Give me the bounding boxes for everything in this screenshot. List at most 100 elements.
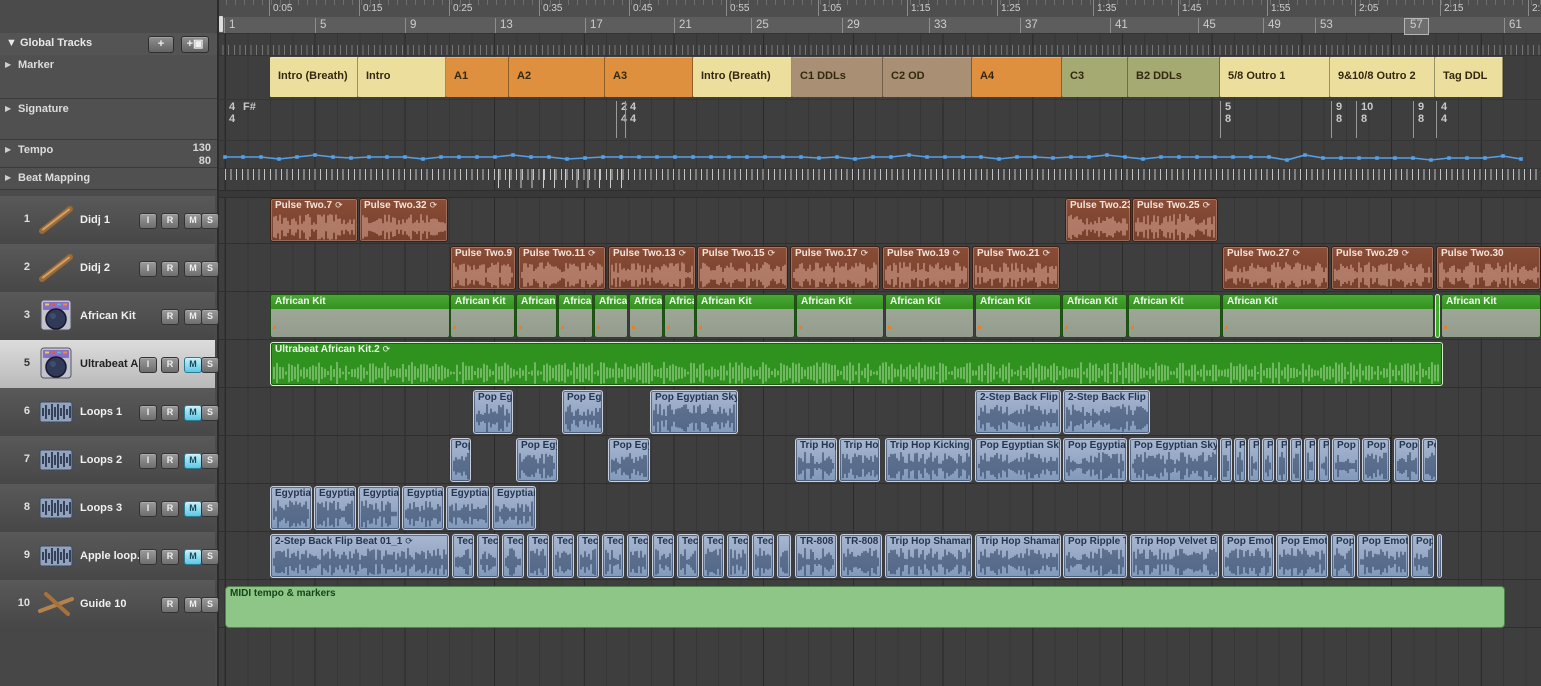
marker-region[interactable]: 9&10/8 Outro 2 <box>1330 57 1435 97</box>
region[interactable]: Egyptian <box>358 486 400 530</box>
record-button[interactable]: R <box>161 597 179 613</box>
region[interactable]: African Kit <box>558 294 593 338</box>
region[interactable]: Pop <box>1411 534 1434 578</box>
region[interactable]: 2-Step Back Flip I <box>975 390 1061 434</box>
region[interactable]: Tec <box>752 534 774 578</box>
track-header-loops-1[interactable]: 6 Loops 1IRMS <box>0 388 215 437</box>
region[interactable]: Egyptian <box>314 486 356 530</box>
input-monitor-button[interactable]: I <box>139 501 157 517</box>
record-button[interactable]: R <box>161 357 179 373</box>
mute-button[interactable]: M <box>184 453 202 469</box>
marker-region[interactable]: Intro <box>358 57 446 97</box>
region[interactable]: Pulse Two.32⟳ <box>359 198 448 242</box>
region[interactable] <box>777 534 791 578</box>
record-button[interactable]: R <box>161 453 179 469</box>
disclosure-closed-icon[interactable]: ▶ <box>5 104 11 113</box>
region[interactable]: Pop Emoti <box>1222 534 1274 578</box>
track-header-ultrabeat-a-[interactable]: 5 Ultrabeat A...IRMS <box>0 340 215 389</box>
region[interactable]: Egyptian <box>492 486 536 530</box>
region[interactable]: Pulse Two.21⟳ <box>972 246 1060 290</box>
region[interactable]: Pop <box>1331 534 1355 578</box>
region[interactable]: Pulse Two.19⟳ <box>882 246 970 290</box>
track-header-didj-1[interactable]: 1 Didj 1IRMS <box>0 196 215 245</box>
marker-region[interactable]: Intro (Breath) <box>270 57 358 97</box>
marker-region[interactable]: Intro (Breath) <box>693 57 792 97</box>
disclosure-open-icon[interactable]: ▼ <box>6 37 17 49</box>
region[interactable]: African Kit <box>885 294 974 338</box>
input-monitor-button[interactable]: I <box>139 213 157 229</box>
region[interactable]: P <box>1234 438 1246 482</box>
region[interactable]: Tec <box>577 534 599 578</box>
region[interactable]: African Kit <box>594 294 628 338</box>
global-row-beat-mapping[interactable]: ▶ Beat Mapping <box>0 168 217 190</box>
region[interactable]: Pop Egyptian <box>1063 438 1127 482</box>
marker-region[interactable]: A1 <box>446 57 509 97</box>
region[interactable]: Pop Egy <box>516 438 558 482</box>
add-global-track-button[interactable]: + <box>148 36 174 53</box>
track-name[interactable]: Didj 2 <box>80 262 110 274</box>
mute-button[interactable]: M <box>184 597 202 613</box>
region[interactable]: Tec <box>477 534 499 578</box>
mute-button[interactable]: M <box>184 309 202 325</box>
region[interactable]: African Kit <box>975 294 1061 338</box>
region[interactable]: Pulse Two.7⟳ <box>270 198 358 242</box>
track-name[interactable]: Loops 3 <box>80 502 122 514</box>
input-monitor-button[interactable]: I <box>139 453 157 469</box>
record-button[interactable]: R <box>161 261 179 277</box>
add-global-track-set-button[interactable]: +▣ <box>181 36 209 53</box>
track-header-african-kit[interactable]: 3 African KitRMS <box>0 292 215 341</box>
time-ruler[interactable]: 0:050:150:250:350:450:551:051:151:251:35… <box>217 0 1541 18</box>
region[interactable]: TR-808 <box>840 534 882 578</box>
region[interactable]: African Kit <box>1062 294 1127 338</box>
region[interactable]: Tec <box>727 534 749 578</box>
region[interactable]: Tec <box>677 534 699 578</box>
region[interactable]: African Kit <box>796 294 884 338</box>
track-name[interactable]: Apple loop... <box>80 550 146 562</box>
region[interactable]: Pulse Two.25⟳ <box>1132 198 1218 242</box>
time-signature[interactable]: 44 <box>1436 101 1447 138</box>
region[interactable]: Pop <box>1422 438 1437 482</box>
disclosure-closed-icon[interactable]: ▶ <box>5 173 11 182</box>
global-row-signature[interactable]: ▶ Signature <box>0 99 217 140</box>
time-signature[interactable]: 108 <box>1356 101 1373 138</box>
disclosure-closed-icon[interactable]: ▶ <box>5 145 11 154</box>
region[interactable]: Egyptian <box>270 486 312 530</box>
region[interactable]: Trip Hop <box>839 438 880 482</box>
key-signature[interactable]: F# <box>243 101 256 113</box>
region[interactable]: Tec <box>552 534 574 578</box>
region[interactable]: Pop <box>1394 438 1420 482</box>
mute-button[interactable]: M <box>184 213 202 229</box>
region[interactable]: Pop <box>450 438 471 482</box>
region[interactable]: African Kit <box>516 294 557 338</box>
region[interactable]: African Kit <box>664 294 695 338</box>
region[interactable]: TR-808 <box>795 534 837 578</box>
region[interactable]: Pulse Two.30 <box>1436 246 1541 290</box>
region[interactable]: Pulse Two.17⟳ <box>790 246 880 290</box>
region[interactable]: Pulse Two.11⟳ <box>518 246 606 290</box>
input-monitor-button[interactable]: I <box>139 549 157 565</box>
time-signature[interactable]: 98 <box>1413 101 1424 138</box>
region[interactable]: Pulse Two.29⟳ <box>1331 246 1434 290</box>
track-name[interactable]: African Kit <box>80 310 136 322</box>
mute-button[interactable]: M <box>184 261 202 277</box>
region[interactable]: Tec <box>702 534 724 578</box>
track-header-apple-loop-[interactable]: 9 Apple loop...IRMS <box>0 532 215 581</box>
region[interactable]: P <box>1318 438 1330 482</box>
input-monitor-button[interactable]: I <box>139 261 157 277</box>
region[interactable]: P <box>1220 438 1232 482</box>
mute-button[interactable]: M <box>184 549 202 565</box>
record-button[interactable]: R <box>161 549 179 565</box>
region[interactable]: Pop Egy <box>562 390 603 434</box>
bar-ruler[interactable]: 15913172125293337414549535761 <box>217 17 1541 34</box>
region[interactable]: Trip Hop Shaman <box>975 534 1061 578</box>
marker-region[interactable]: Tag DDL <box>1435 57 1503 97</box>
record-button[interactable]: R <box>161 501 179 517</box>
region[interactable]: African Kit <box>270 294 450 338</box>
track-header-loops-3[interactable]: 8 Loops 3IRMS <box>0 484 215 533</box>
region[interactable]: Pop Egyptian Sky <box>650 390 738 434</box>
record-button[interactable]: R <box>161 213 179 229</box>
track-header-guide-10[interactable]: 10 Guide 10RMS <box>0 580 215 629</box>
solo-button[interactable]: S <box>201 213 219 229</box>
region[interactable]: Pulse Two.23⟳ <box>1065 198 1131 242</box>
solo-button[interactable]: S <box>201 597 219 613</box>
